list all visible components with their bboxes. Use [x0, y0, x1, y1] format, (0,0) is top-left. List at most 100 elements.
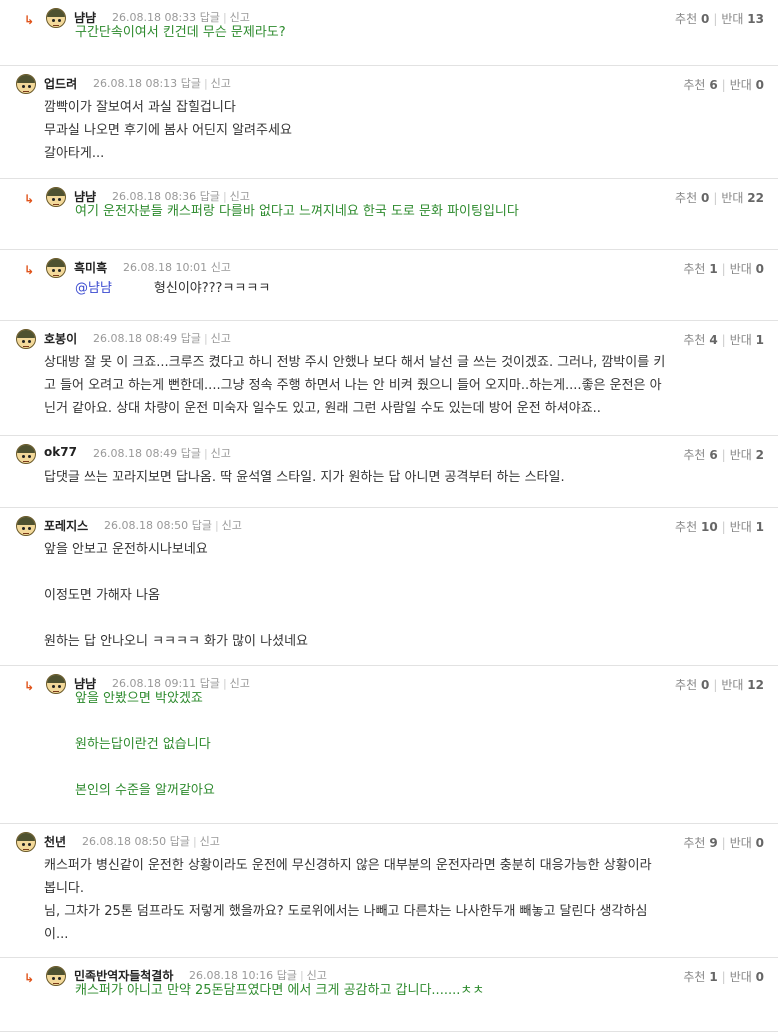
reply-link[interactable]: 답글 — [181, 332, 201, 345]
reply-link[interactable]: 답글 — [181, 77, 201, 90]
comment: 업드려 26.08.18 08:13 답글 | 신고 추천 6 | 반대 0 깜빡이가 잘보여… — [0, 66, 778, 179]
reply-comment: ↳ 냠냠 26.08.18 08:33 답글 | 신고 추천 0 | 반대 13 구간단속이여서… — [0, 0, 778, 66]
reply-arrow-icon: ↳ — [24, 679, 35, 693]
reply-comment: ↳ 냠냠 26.08.18 08:36 답글 | 신고 추천 0 | 반대 22 여기 운전자분… — [0, 179, 778, 250]
comment-body: 답댓글 쓰는 꼬라지보면 답나옴. 딱 윤석열 스타일. 지가 원하는 답 아니… — [44, 466, 764, 489]
comment-line: 답댓글 쓰는 꼬라지보면 답나옴. 딱 윤석열 스타일. 지가 원하는 답 아니… — [44, 470, 565, 485]
comment-date: 26.08.18 08:50 — [104, 519, 189, 532]
reply-arrow-icon: ↳ — [24, 263, 35, 277]
avatar-icon — [46, 8, 66, 28]
comment-line: 캐스퍼가 병신같이 운전한 상황이라도 운전에 무신경하지 않은 대부분의 운전… — [44, 858, 652, 873]
comment-line: 봅니다. — [44, 881, 85, 896]
comment-author[interactable]: 포레지스 — [44, 517, 88, 534]
report-link[interactable]: 신고 — [200, 835, 220, 848]
comment-author[interactable]: 호봉이 — [44, 330, 77, 347]
mention-link[interactable]: @냠냠 — [75, 281, 112, 296]
comment: 포레지스 26.08.18 08:50 답글 | 신고 추천 10 | 반대 1 앞을 안보고… — [0, 508, 778, 666]
report-link[interactable]: 신고 — [211, 77, 231, 90]
reply-link[interactable]: 답글 — [192, 519, 212, 532]
reply-comment: ↳ 흑미흑 26.08.18 10:01 신고 추천 1 | 반대 0 @냠냠 형신이야???… — [0, 250, 778, 321]
comment-date: 26.08.18 08:50 — [82, 835, 167, 848]
comment-line: 상대방 잘 못 이 크죠...크루즈 켰다고 하니 전방 주시 안했나 보다 해… — [44, 355, 666, 370]
comment-line: 무과실 나오면 후기에 봄사 어딘지 알려주세요 — [44, 123, 292, 138]
avatar-icon — [16, 74, 36, 94]
downvote-button[interactable]: 반대 2 — [730, 448, 764, 462]
reply-arrow-icon: ↳ — [24, 971, 35, 985]
comment-body: 상대방 잘 못 이 크죠...크루즈 켰다고 하니 전방 주시 안했나 보다 해… — [44, 351, 764, 420]
upvote-button[interactable]: 추천 9 — [683, 836, 717, 850]
comment-meta: 26.08.18 08:49 답글 | 신고 — [93, 332, 231, 345]
avatar-icon — [46, 258, 66, 278]
comment-line: 캐스퍼가 아니고 만약 25돈담프였다면 에서 크게 공감하고 갑니다.....… — [75, 983, 485, 998]
report-link[interactable]: 신고 — [211, 447, 231, 460]
vote-counts: 추천 10 | 반대 1 — [675, 520, 764, 534]
upvote-button[interactable]: 추천 6 — [683, 448, 717, 462]
comment-date: 26.08.18 08:13 — [93, 77, 178, 90]
downvote-button[interactable]: 반대 0 — [730, 78, 764, 92]
comment-body: 앞을 안보고 운전하시나보네요 이정도면 가해자 나옴 원하는 답 안나오니 ㅋㅋㅋ… — [44, 538, 764, 653]
comment-line: 깜빡이가 잘보여서 과실 잡힐겁니다 — [44, 100, 236, 115]
comment-line: 앞을 안보고 운전하시나보네요 — [44, 542, 208, 557]
comment-body: 캐스퍼가 병신같이 운전한 상황이라도 운전에 무신경하지 않은 대부분의 운전… — [44, 854, 764, 946]
comment-line: 원하는답이란건 없습니다 — [75, 737, 211, 752]
reply-link[interactable]: 답글 — [181, 447, 201, 460]
comment-line — [44, 561, 764, 584]
reply-comment: ↳ 냠냠 26.08.18 09:11 답글 | 신고 추천 0 | 반대 12 앞을 안봤으면… — [0, 666, 778, 824]
reply-arrow-icon: ↳ — [24, 192, 35, 206]
comment: 천년 26.08.18 08:50 답글 | 신고 추천 9 | 반대 0 캐스퍼가 병신같이… — [0, 824, 778, 958]
comment-line — [75, 710, 764, 733]
comment-line — [75, 756, 764, 779]
comment-line: 이... — [44, 927, 69, 942]
comment: ok77 26.08.18 08:49 답글 | 신고 추천 6 | 반대 2 답댓글 쓰는 … — [0, 436, 778, 508]
comment-line: 앞을 안봤으면 박았겠죠 — [75, 691, 203, 706]
avatar-icon — [46, 966, 66, 986]
comment-meta: 26.08.18 08:50 답글 | 신고 — [82, 835, 220, 848]
avatar-icon — [16, 516, 36, 536]
comment-line: 구간단속이여서 킨건데 무슨 문제라도? — [75, 25, 286, 40]
upvote-button[interactable]: 추천 6 — [683, 78, 717, 92]
comment-body: 깜빡이가 잘보여서 과실 잡힐겁니다무과실 나오면 후기에 봄사 어딘지 알려주… — [44, 96, 764, 165]
comment-date: 26.08.18 08:49 — [93, 332, 178, 345]
vote-counts: 추천 6 | 반대 0 — [683, 78, 764, 92]
comment-body: 구간단속이여서 킨건데 무슨 문제라도? — [75, 21, 764, 44]
comment-meta: 26.08.18 08:13 답글 | 신고 — [93, 77, 231, 90]
comment-body: @냠냠 형신이야???ㅋㅋㅋㅋ — [75, 271, 764, 300]
comment-body: 여기 운전자분들 캐스퍼랑 다를바 없다고 느껴지네요 한국 도로 문화 파이팅… — [75, 200, 764, 223]
upvote-button[interactable]: 추천 4 — [683, 333, 717, 347]
comment-line: 고 들어 오려고 하는게 뻔한데....그냥 정속 주행 하면서 나는 안 비켜… — [44, 378, 662, 393]
report-link[interactable]: 신고 — [211, 332, 231, 345]
comment-author[interactable]: 천년 — [44, 833, 66, 850]
avatar-icon — [46, 187, 66, 207]
comment-line: 여기 운전자분들 캐스퍼랑 다를바 없다고 느껴지네요 한국 도로 문화 파이팅… — [75, 204, 519, 219]
comment-list: ↳ 냠냠 26.08.18 08:33 답글 | 신고 추천 0 | 반대 13 구간단속이여서… — [0, 0, 778, 1032]
avatar-icon — [46, 674, 66, 694]
avatar-icon — [16, 329, 36, 349]
vote-counts: 추천 4 | 반대 1 — [683, 333, 764, 347]
reply-arrow-icon: ↳ — [24, 13, 35, 27]
comment-meta: 26.08.18 08:49 답글 | 신고 — [93, 447, 231, 460]
comment-line: 본인의 수준을 알꺼같아요 — [75, 783, 215, 798]
comment-line: 님, 그차가 25톤 덤프라도 저렇게 했을까요? 도로위에서는 나빼고 다른차… — [44, 904, 648, 919]
vote-counts: 추천 9 | 반대 0 — [683, 836, 764, 850]
comment-date: 26.08.18 08:49 — [93, 447, 178, 460]
comment-line — [44, 607, 764, 630]
comment-line: 이정도면 가해자 나옴 — [44, 588, 160, 603]
comment-author[interactable]: 업드려 — [44, 75, 77, 92]
downvote-button[interactable]: 반대 0 — [730, 836, 764, 850]
comment-author[interactable]: ok77 — [44, 445, 77, 459]
avatar-icon — [16, 444, 36, 464]
downvote-button[interactable]: 반대 1 — [730, 333, 764, 347]
downvote-button[interactable]: 반대 1 — [730, 520, 764, 534]
comment-meta: 26.08.18 08:50 답글 | 신고 — [104, 519, 242, 532]
reply-link[interactable]: 답글 — [170, 835, 190, 848]
comment-line: 갈아타게... — [44, 146, 105, 161]
reply-comment: ↳ 민족반역자들척결하 26.08.18 10:16 답글 | 신고 추천 1 | 반대 0캐… — [0, 958, 778, 1032]
comment-body: 캐스퍼가 아니고 만약 25돈담프였다면 에서 크게 공감하고 갑니다.....… — [75, 979, 764, 1002]
comment-body: 앞을 안봤으면 박았겠죠원하는답이란건 없습니다본인의 수준을 알꺼같아요 — [75, 687, 764, 802]
comment: 호봉이 26.08.18 08:49 답글 | 신고 추천 4 | 반대 1 상대방 잘 못 … — [0, 321, 778, 436]
upvote-button[interactable]: 추천 10 — [675, 520, 718, 534]
avatar-icon — [16, 832, 36, 852]
report-link[interactable]: 신고 — [222, 519, 242, 532]
comment-line: 닌거 같아요. 상대 차량이 운전 미숙자 일수도 있고, 원래 그런 사람일 … — [44, 401, 601, 416]
comment-line: 형신이야???ㅋㅋㅋㅋ — [153, 281, 271, 296]
